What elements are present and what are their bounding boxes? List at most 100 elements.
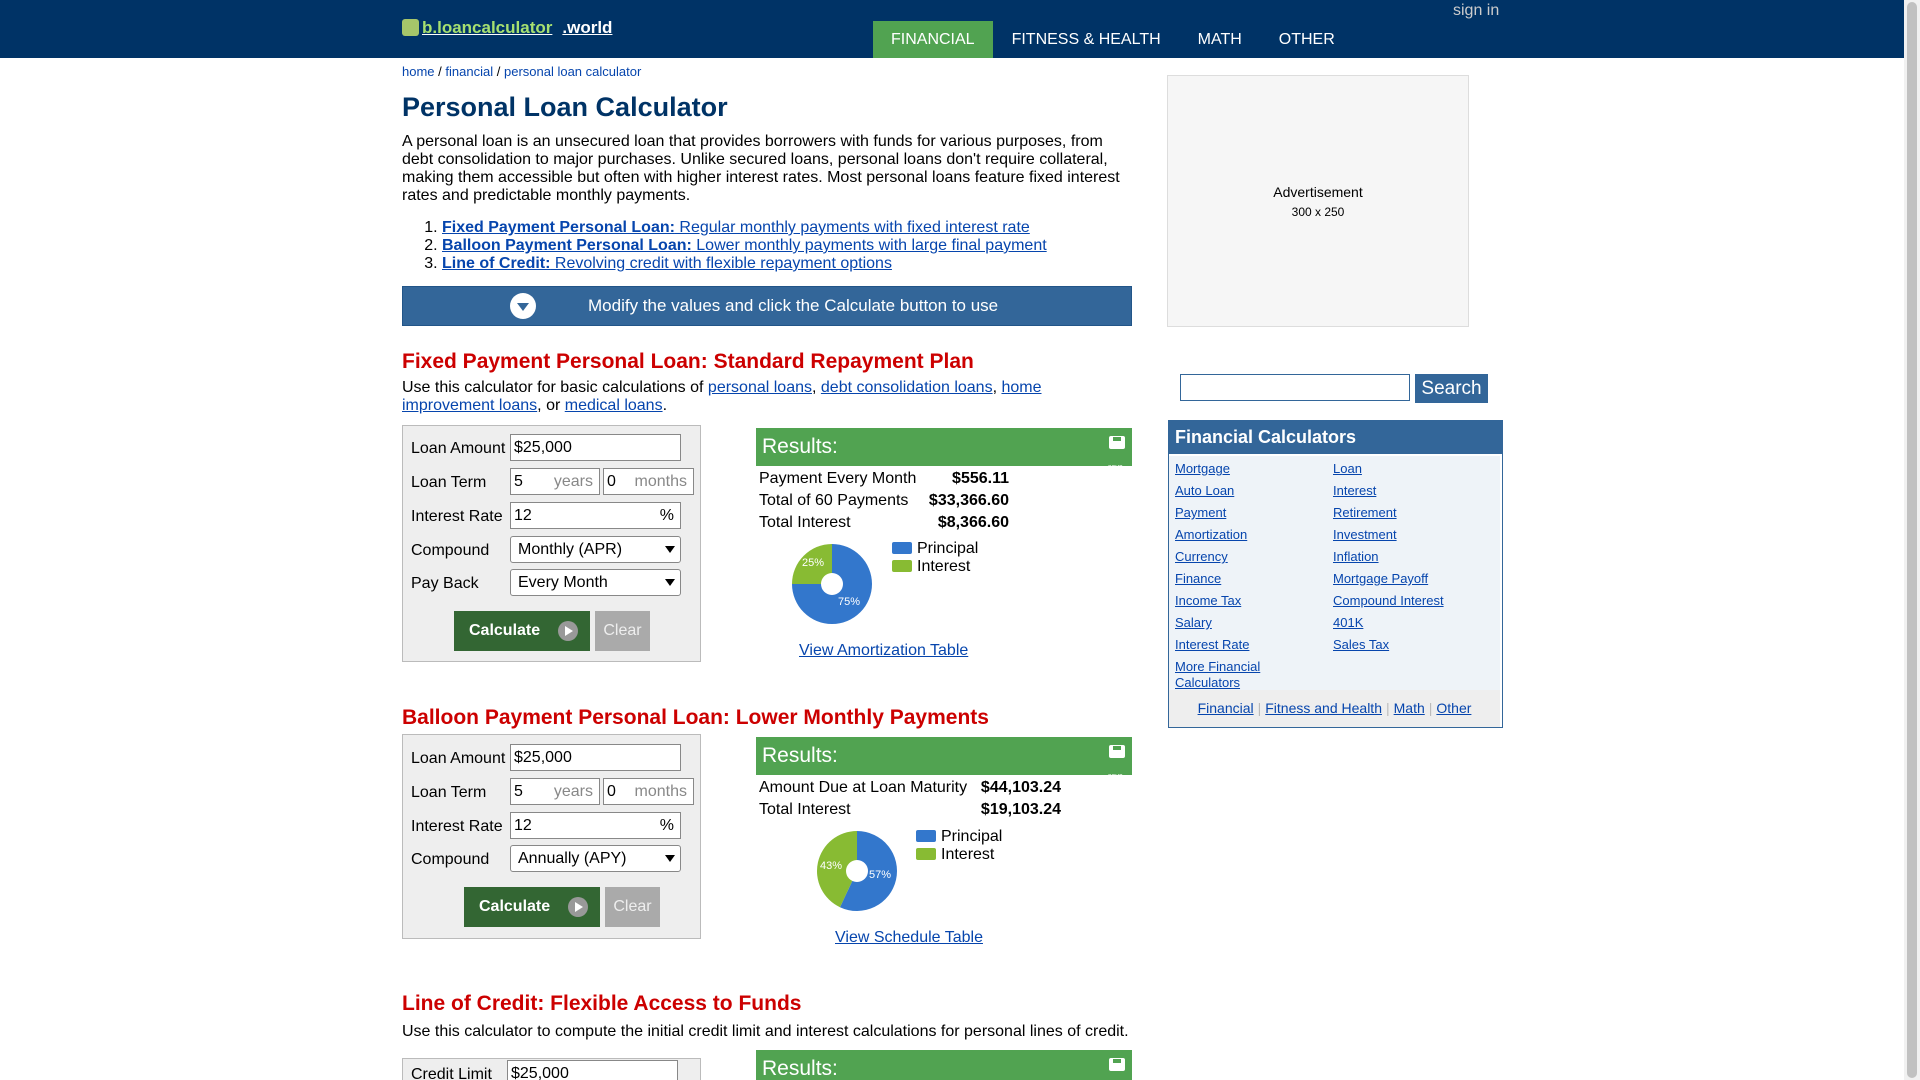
pie-legend: Principal Interest <box>916 828 1002 864</box>
toc-link-fixed[interactable]: Fixed Payment Personal Loan: Regular mon… <box>442 219 1030 236</box>
search-button[interactable]: Search <box>1415 374 1488 403</box>
nav-tab-fitness-health[interactable]: FITNESS & HEALTH <box>994 21 1179 58</box>
page-title: Personal Loan Calculator <box>402 92 728 122</box>
loan-term-label: Loan Term <box>411 474 487 491</box>
link-interest[interactable]: Interest <box>1333 483 1376 499</box>
ad-size: 300 x 250 <box>1291 205 1345 219</box>
page-scrollbar[interactable] <box>1904 0 1920 1080</box>
section-title-balloon: Balloon Payment Personal Loan: Lower Mon… <box>402 706 989 729</box>
link-mortgage[interactable]: Mortgage <box>1175 461 1230 477</box>
loan-term-months-input[interactable]: 0 months <box>603 468 694 495</box>
link-income-tax[interactable]: Income Tax <box>1175 593 1241 609</box>
link-finance[interactable]: Finance <box>1175 571 1221 587</box>
link-investment[interactable]: Investment <box>1333 527 1397 543</box>
line-of-credit-section: Line of Credit: Flexible Access to Funds… <box>402 992 1132 1080</box>
breadcrumb-current[interactable]: personal loan calculator <box>504 64 641 79</box>
legend-swatch-principal <box>892 542 912 554</box>
sign-in-link[interactable]: sign in <box>1453 2 1499 20</box>
compound-select[interactable]: Annually (APY) <box>510 845 681 872</box>
instruction-banner: Modify the values and click the Calculat… <box>402 286 1132 326</box>
ad-title: Advertisement <box>1273 184 1363 200</box>
pie-label-interest: 43% <box>820 860 842 872</box>
loan-term-months-input[interactable]: 0 months <box>603 778 694 805</box>
loan-amount-input[interactable]: $25,000 <box>510 434 681 461</box>
link-401k[interactable]: 401K <box>1333 615 1363 631</box>
section-title-credit: Line of Credit: Flexible Access to Funds <box>402 992 802 1015</box>
link-loan[interactable]: Loan <box>1333 461 1362 477</box>
footer-link-other[interactable]: Other <box>1436 700 1471 716</box>
site-logo[interactable]: b.loancalculator .world <box>402 18 612 38</box>
link-inflation[interactable]: Inflation <box>1333 549 1379 565</box>
link-amortization[interactable]: Amortization <box>1175 527 1247 543</box>
table-of-contents: Fixed Payment Personal Loan: Regular mon… <box>402 219 1132 273</box>
balloon-results-panel: Results: save Amount Due at Loan Maturit… <box>756 737 1132 957</box>
results-table: Payment Every Month $556.11 Total of 60 P… <box>759 470 1009 531</box>
chevron-down-icon <box>510 293 536 319</box>
play-icon <box>568 897 588 917</box>
interest-rate-label: Interest Rate <box>411 508 503 525</box>
top-navigation-bar: b.loancalculator .world sign in FINANCIAL… <box>0 0 1904 58</box>
link-interest-rate[interactable]: Interest Rate <box>1175 637 1249 653</box>
credit-limit-label: Credit Limit <box>411 1066 492 1080</box>
calculate-button[interactable]: Calculate <box>464 887 600 927</box>
fixed-payment-section: Fixed Payment Personal Loan: Standard Re… <box>402 350 1132 662</box>
main-content: home / financial / personal loan calcula… <box>402 58 1132 326</box>
save-icon[interactable] <box>1109 1058 1125 1073</box>
link-debt-consolidation[interactable]: debt consolidation loans <box>821 379 993 396</box>
logo-icon <box>402 19 419 36</box>
credit-lead-text: Use this calculator to compute the initi… <box>402 1023 1129 1040</box>
compound-select[interactable]: Monthly (APR) <box>510 536 681 563</box>
view-schedule-table-link[interactable]: View Schedule Table <box>835 929 983 947</box>
link-currency[interactable]: Currency <box>1175 549 1228 565</box>
nav-tab-math[interactable]: MATH <box>1180 21 1260 58</box>
advertisement-box[interactable]: Advertisement 300 x 250 <box>1167 75 1469 327</box>
toc-link-credit[interactable]: Line of Credit: Revolving credit with fl… <box>442 255 892 272</box>
link-compound-interest[interactable]: Compound Interest <box>1333 593 1444 609</box>
loan-amount-label: Loan Amount <box>411 750 506 767</box>
pay-back-label: Pay Back <box>411 575 479 592</box>
link-medical-loans[interactable]: medical loans <box>565 397 663 414</box>
footer-link-financial[interactable]: Financial <box>1198 700 1254 716</box>
nav-tab-other[interactable]: OTHER <box>1261 21 1353 58</box>
interest-rate-input[interactable]: 12% <box>510 502 681 529</box>
results-header: Results: save <box>756 428 1132 471</box>
breadcrumb-home[interactable]: home <box>402 64 435 79</box>
link-mortgage-payoff[interactable]: Mortgage Payoff <box>1333 571 1428 587</box>
nav-tab-financial[interactable]: FINANCIAL <box>873 21 993 58</box>
principal-interest-pie-chart: 75% 25% <box>792 544 872 624</box>
clear-button[interactable]: Clear <box>605 887 660 927</box>
legend-swatch-principal <box>916 830 936 842</box>
loan-term-years-input[interactable]: 5 years <box>510 468 600 495</box>
clear-button[interactable]: Clear <box>595 611 650 651</box>
interest-rate-input[interactable]: 12% <box>510 812 681 839</box>
play-icon <box>558 621 578 641</box>
link-salary[interactable]: Salary <box>1175 615 1212 631</box>
results-table: Amount Due at Loan Maturity $44,103.24 To… <box>759 779 1061 818</box>
calculate-button[interactable]: Calculate <box>454 611 590 651</box>
footer-link-math[interactable]: Math <box>1394 700 1425 716</box>
toc-item: Fixed Payment Personal Loan: Regular mon… <box>442 219 1132 237</box>
link-sales-tax[interactable]: Sales Tax <box>1333 637 1389 653</box>
scrollbar-thumb[interactable] <box>1907 2 1917 1078</box>
link-more-financial[interactable]: More Financial Calculators <box>1175 659 1285 691</box>
loan-amount-input[interactable]: $25,000 <box>510 744 681 771</box>
loan-term-years-input[interactable]: 5 years <box>510 778 600 805</box>
breadcrumb-financial[interactable]: financial <box>445 64 493 79</box>
legend-swatch-interest <box>892 560 912 572</box>
pay-back-select[interactable]: Every Month <box>510 569 681 596</box>
toc-item: Balloon Payment Personal Loan: Lower mon… <box>442 237 1132 255</box>
results-header: Results: save <box>756 737 1132 780</box>
toc-link-balloon[interactable]: Balloon Payment Personal Loan: Lower mon… <box>442 237 1047 254</box>
view-amortization-table-link[interactable]: View Amortization Table <box>799 642 968 660</box>
save-icon[interactable]: save <box>1108 436 1125 471</box>
search-input[interactable] <box>1180 374 1410 401</box>
link-auto-loan[interactable]: Auto Loan <box>1175 483 1234 499</box>
link-personal-loans[interactable]: personal loans <box>708 379 812 396</box>
credit-limit-input[interactable]: $25,000 <box>507 1060 678 1080</box>
link-retirement[interactable]: Retirement <box>1333 505 1397 521</box>
pie-label-principal: 57% <box>869 869 891 881</box>
link-payment[interactable]: Payment <box>1175 505 1226 521</box>
toc-item: Line of Credit: Revolving credit with fl… <box>442 255 1132 273</box>
footer-link-fitness-health[interactable]: Fitness and Health <box>1265 700 1382 716</box>
save-icon[interactable]: save <box>1108 745 1125 780</box>
